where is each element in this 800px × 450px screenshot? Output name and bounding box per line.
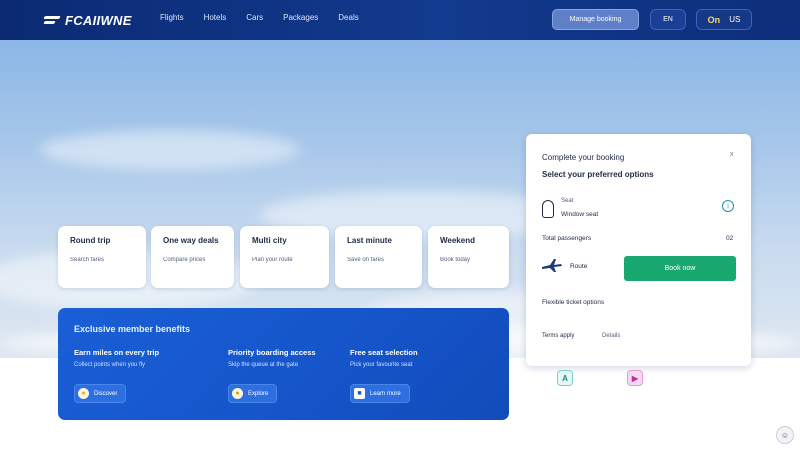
card-subtitle: Compare prices — [163, 257, 206, 263]
seat-label: Seat — [561, 198, 574, 204]
benefit-button-label: Learn more — [370, 390, 401, 397]
discover-button[interactable]: ● Discover — [74, 384, 127, 403]
card-subtitle: Book today — [440, 257, 471, 263]
benefit-column-boarding: Priority boarding access Skip the queue … — [228, 348, 368, 403]
nav-item-flights[interactable]: Flights — [160, 13, 184, 22]
close-icon[interactable]: x — [730, 151, 734, 158]
terms-text: Terms apply — [542, 333, 575, 339]
feature-card-multi-city[interactable]: Multi city Plan your route — [240, 226, 329, 288]
logo-text: FCAIIWNE — [65, 12, 132, 28]
feature-card-round-trip[interactable]: Round trip Search fares — [58, 226, 146, 288]
card-subtitle: Save on fares — [347, 257, 385, 263]
benefit-column-miles: Earn miles on every trip Collect points … — [74, 348, 214, 403]
booking-panel: Complete your booking x Select your pref… — [526, 134, 751, 366]
seat-icon — [542, 200, 554, 218]
benefit-title: Free seat selection — [350, 348, 418, 357]
chat-support-icon[interactable]: ☺ — [776, 426, 794, 444]
benefit-column-seat: Free seat selection Pick your favourite … — [350, 348, 490, 403]
benefit-subtitle: Skip the queue at the gate — [228, 362, 299, 368]
nav-item-hotels[interactable]: Hotels — [204, 13, 227, 22]
app-store-icon[interactable]: A — [557, 370, 573, 386]
passengers-value: 02 — [726, 235, 734, 242]
feature-card-one-way[interactable]: One way deals Compare prices — [151, 226, 234, 288]
seat-value: Window seat — [561, 211, 599, 218]
brand-logo[interactable]: FCAIIWNE — [44, 10, 132, 30]
user-menu-label: On — [707, 14, 721, 25]
card-title: Multi city — [252, 236, 287, 245]
details-link[interactable]: Details — [602, 333, 620, 339]
top-navigation-bar: FCAIIWNE Flights Hotels Cars Packages De… — [0, 0, 800, 40]
manage-booking-button[interactable]: Manage booking — [552, 9, 639, 30]
play-store-icon[interactable]: ▶ — [627, 370, 643, 386]
card-subtitle: Plan your route — [252, 257, 293, 263]
benefit-button-label: Discover — [94, 390, 118, 397]
airplane-icon — [542, 259, 562, 272]
card-title: Weekend — [440, 236, 475, 245]
coin-icon: ● — [78, 388, 89, 399]
learn-more-button[interactable]: ■ Learn more — [350, 384, 410, 403]
promo-title: Exclusive member benefits — [74, 324, 191, 334]
passengers-label: Total passengers — [542, 235, 592, 242]
booking-subheading: Select your preferred options — [542, 170, 654, 179]
flexible-ticket-text: Flexible ticket options — [542, 299, 605, 306]
card-title: One way deals — [163, 236, 219, 245]
main-nav: Flights Hotels Cars Packages Deals — [160, 13, 359, 22]
route-label: Route — [570, 263, 588, 270]
nav-item-deals[interactable]: Deals — [338, 13, 358, 22]
booking-heading: Complete your booking — [542, 153, 625, 162]
seat-badge-icon: ■ — [354, 388, 365, 399]
nav-item-packages[interactable]: Packages — [283, 13, 318, 22]
feature-card-last-minute[interactable]: Last minute Save on fares — [335, 226, 422, 288]
benefit-button-label: Explore — [248, 390, 269, 397]
member-benefits-panel: Exclusive member benefits Earn miles on … — [58, 308, 509, 420]
language-button[interactable]: EN — [650, 9, 686, 30]
benefit-title: Earn miles on every trip — [74, 348, 160, 357]
star-badge-icon: ● — [232, 388, 243, 399]
benefit-title: Priority boarding access — [228, 348, 316, 357]
user-menu-button[interactable]: On US — [696, 9, 752, 30]
explore-button[interactable]: ● Explore — [228, 384, 278, 403]
nav-item-cars[interactable]: Cars — [246, 13, 263, 22]
user-region-label: US — [729, 15, 741, 24]
logo-swoosh-icon — [44, 13, 62, 27]
card-subtitle: Search fares — [70, 257, 105, 263]
card-title: Last minute — [347, 236, 392, 245]
benefit-subtitle: Pick your favourite seat — [350, 362, 413, 368]
benefit-subtitle: Collect points when you fly — [74, 362, 146, 368]
feature-card-weekend[interactable]: Weekend Book today — [428, 226, 509, 288]
card-title: Round trip — [70, 236, 111, 245]
book-now-button[interactable]: Book now — [624, 256, 736, 281]
info-icon[interactable]: i — [722, 200, 734, 212]
